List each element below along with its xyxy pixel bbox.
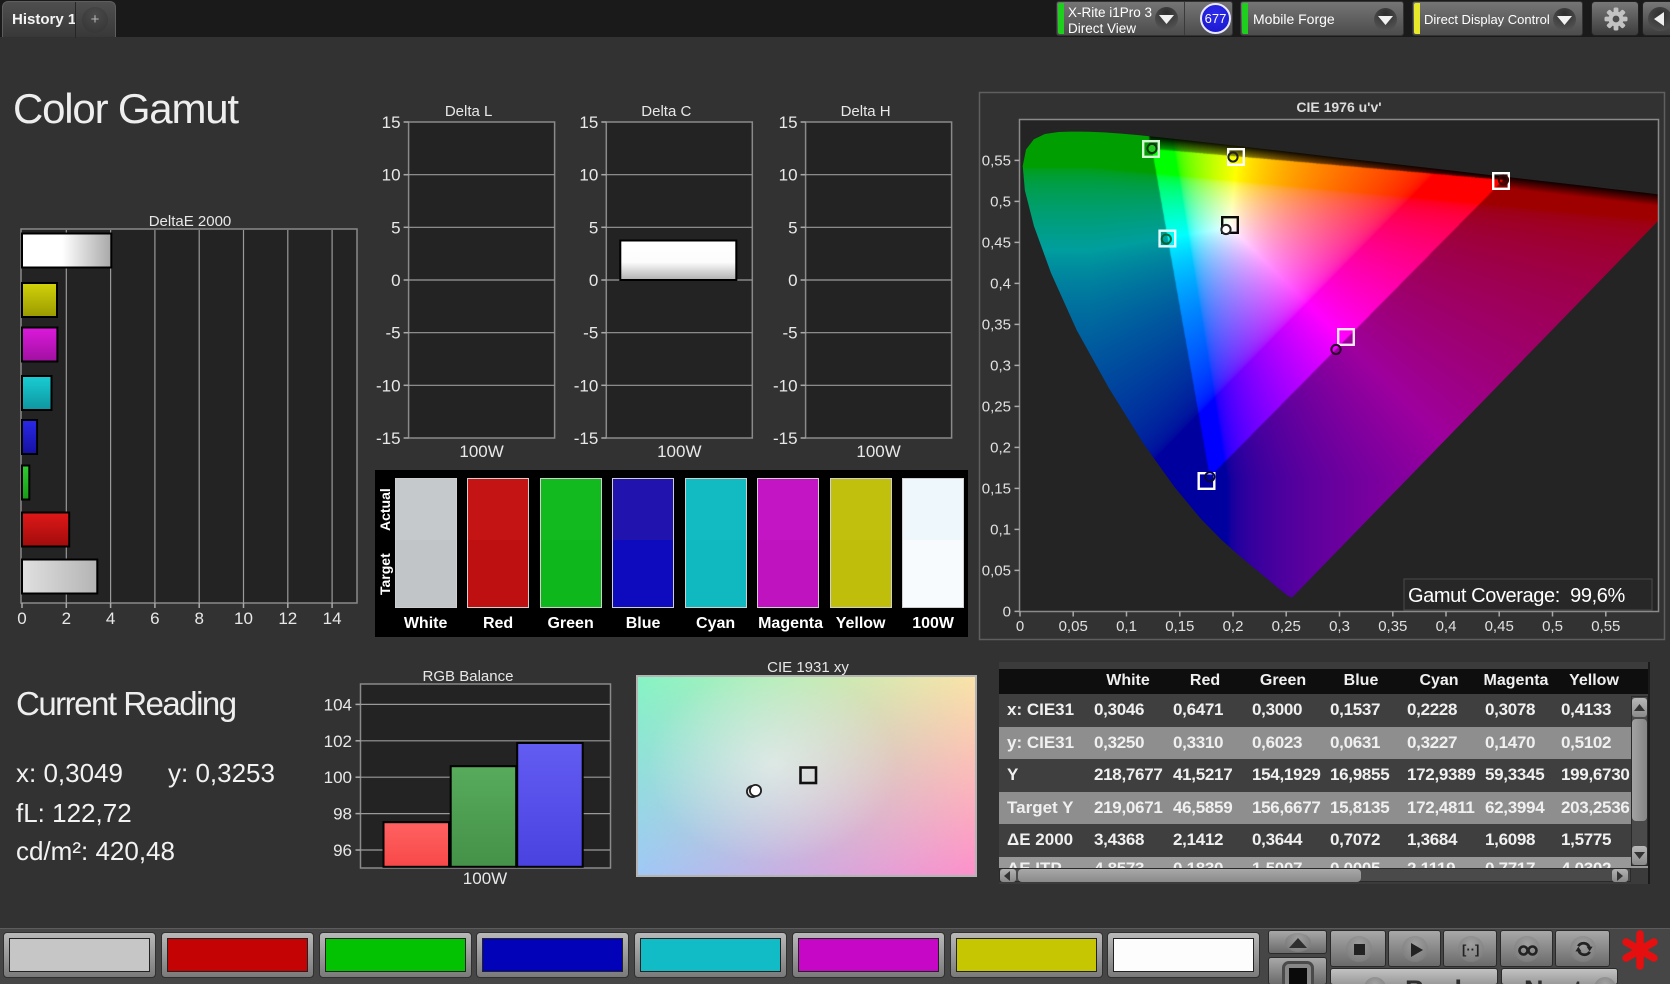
svg-text:Delta L: Delta L <box>445 103 493 120</box>
svg-text:-10: -10 <box>376 376 401 395</box>
svg-text:5: 5 <box>788 218 797 237</box>
svg-text:0: 0 <box>788 271 797 290</box>
svg-text:15: 15 <box>579 113 598 132</box>
svg-text:0,15: 0,15 <box>1165 618 1194 635</box>
svg-text:0,15: 0,15 <box>982 480 1011 497</box>
svg-text:-5: -5 <box>385 324 400 343</box>
svg-text:104: 104 <box>324 695 352 714</box>
svg-text:-5: -5 <box>782 324 797 343</box>
svg-text:0,05: 0,05 <box>1059 618 1088 635</box>
svg-text:-15: -15 <box>773 429 798 448</box>
svg-text:6: 6 <box>150 609 159 628</box>
svg-text:0,45: 0,45 <box>1485 618 1514 635</box>
svg-text:0: 0 <box>391 271 400 290</box>
svg-text:98: 98 <box>333 805 352 824</box>
svg-text:0,2: 0,2 <box>1223 618 1244 635</box>
svg-text:4: 4 <box>106 609 115 628</box>
svg-text:0,4: 0,4 <box>990 275 1011 292</box>
svg-text:12: 12 <box>278 609 297 628</box>
svg-text:100W: 100W <box>856 442 900 461</box>
svg-text:0: 0 <box>589 271 598 290</box>
svg-text:102: 102 <box>324 732 352 751</box>
svg-text:0,3: 0,3 <box>1329 618 1350 635</box>
svg-text:10: 10 <box>779 166 798 185</box>
svg-text:-10: -10 <box>574 376 599 395</box>
svg-text:0,25: 0,25 <box>1272 618 1301 635</box>
svg-text:0,55: 0,55 <box>982 152 1011 169</box>
svg-text:-15: -15 <box>376 429 401 448</box>
svg-text:CIE 1931 xy: CIE 1931 xy <box>767 659 849 676</box>
svg-text:0,1: 0,1 <box>1116 618 1137 635</box>
svg-text:-15: -15 <box>574 429 599 448</box>
svg-text:0,5: 0,5 <box>990 193 1011 210</box>
svg-text:RGB Balance: RGB Balance <box>423 668 514 685</box>
svg-text:0: 0 <box>1016 618 1024 635</box>
svg-text:15: 15 <box>382 113 401 132</box>
svg-text:10: 10 <box>234 609 253 628</box>
svg-text:5: 5 <box>589 218 598 237</box>
svg-text:0,35: 0,35 <box>982 316 1011 333</box>
svg-text:100: 100 <box>324 768 352 787</box>
svg-text:0,55: 0,55 <box>1591 618 1620 635</box>
svg-text:100W: 100W <box>463 869 507 888</box>
svg-text:2: 2 <box>62 609 71 628</box>
svg-text:0,5: 0,5 <box>1542 618 1563 635</box>
svg-text:8: 8 <box>194 609 203 628</box>
svg-text:0,25: 0,25 <box>982 398 1011 415</box>
svg-text:0,05: 0,05 <box>982 562 1011 579</box>
svg-text:0: 0 <box>17 609 26 628</box>
svg-text:10: 10 <box>579 166 598 185</box>
svg-text:Delta C: Delta C <box>641 103 691 120</box>
svg-text:5: 5 <box>391 218 400 237</box>
svg-text:0,2: 0,2 <box>990 439 1011 456</box>
svg-text:0,3: 0,3 <box>990 357 1011 374</box>
svg-text:14: 14 <box>323 609 342 628</box>
svg-text:-5: -5 <box>583 324 598 343</box>
svg-text:Delta H: Delta H <box>841 103 891 120</box>
svg-text:100W: 100W <box>459 442 503 461</box>
svg-text:96: 96 <box>333 841 352 860</box>
svg-text:DeltaE 2000: DeltaE 2000 <box>149 213 232 230</box>
svg-text:100W: 100W <box>657 442 701 461</box>
svg-text:-10: -10 <box>773 376 798 395</box>
svg-text:10: 10 <box>382 166 401 185</box>
svg-text:0,4: 0,4 <box>1436 618 1457 635</box>
svg-text:0,1: 0,1 <box>990 521 1011 538</box>
svg-text:0: 0 <box>1003 603 1011 620</box>
svg-text:15: 15 <box>779 113 798 132</box>
svg-text:0,35: 0,35 <box>1378 618 1407 635</box>
svg-text:CIE 1976 u'v': CIE 1976 u'v' <box>1296 99 1381 115</box>
svg-text:0,45: 0,45 <box>982 234 1011 251</box>
